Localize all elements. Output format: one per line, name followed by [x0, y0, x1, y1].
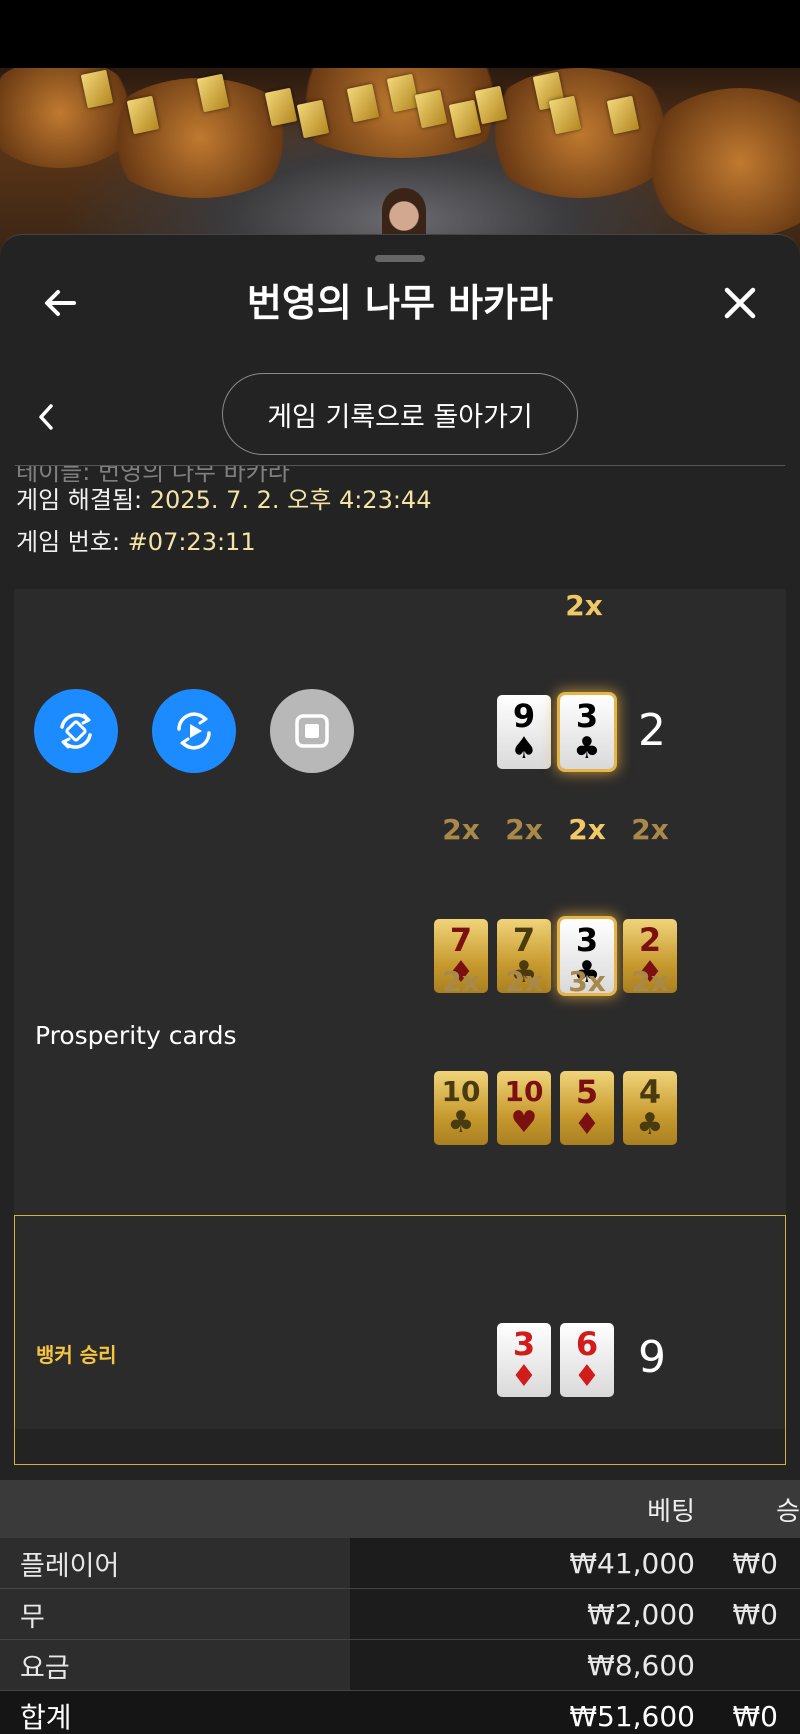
- prosperity-card: 4 ♣: [623, 1071, 677, 1145]
- row-win: ₩0: [732, 1546, 779, 1580]
- card-rank: 10: [504, 1075, 544, 1108]
- back-to-history-button[interactable]: 게임 기록으로 돌아가기: [222, 373, 578, 455]
- card-multiplier: 2x: [505, 813, 543, 846]
- club-suit-icon: ♣: [447, 1105, 475, 1140]
- prosperity-card: 5 ♦: [560, 1071, 614, 1145]
- total-win: ₩0: [732, 1699, 779, 1733]
- info-resolved-label: 게임 해결됨:: [16, 486, 143, 514]
- card-multiplier: 2x: [631, 813, 669, 846]
- card-multiplier: 2x: [505, 965, 543, 998]
- card-rank: 3: [512, 1325, 536, 1363]
- card-rank: 7: [449, 921, 473, 959]
- table-row: 플레이어 ₩41,000 ₩0: [0, 1538, 800, 1588]
- live-video-background: [0, 68, 800, 258]
- close-button[interactable]: [716, 279, 764, 327]
- sheet-title: 번영의 나무 바카라: [246, 281, 554, 325]
- bet-column-header: 베팅: [647, 1496, 695, 1527]
- player-card: 3 ♣: [560, 695, 614, 769]
- card-rank: 7: [512, 921, 536, 959]
- row-bet: ₩8,600: [587, 1648, 695, 1682]
- winning-hand-box: [14, 1215, 786, 1465]
- card-rank: 9: [512, 697, 536, 735]
- row-bet: ₩41,000: [569, 1546, 695, 1580]
- row-bet: ₩2,000: [587, 1597, 695, 1631]
- info-game-number-value: #07:23:11: [127, 528, 256, 556]
- play-replay-button[interactable]: [152, 689, 236, 773]
- info-resolved-value: 2025. 7. 2. 오후 4:23:44: [149, 486, 432, 514]
- table-total-row: 합계 ₩51,600 ₩0: [0, 1691, 800, 1734]
- card-multiplier: 2x: [568, 813, 606, 846]
- stop-icon: [295, 714, 329, 748]
- close-icon: [724, 287, 756, 319]
- banker-card: 6 ♦: [560, 1323, 614, 1397]
- previous-game-button[interactable]: [28, 393, 64, 441]
- table-row: 무 ₩2,000 ₩0: [0, 1589, 800, 1639]
- card-rank: 2: [638, 921, 662, 959]
- sheet-drag-handle[interactable]: [375, 255, 425, 262]
- row-values: [350, 1640, 800, 1690]
- total-label: 합계: [0, 1691, 350, 1734]
- club-suit-icon: ♣: [573, 731, 601, 766]
- status-bar: [0, 0, 800, 68]
- rotate-diamond-icon: [60, 713, 92, 749]
- player-card: 9 ♠: [497, 695, 551, 769]
- card-rank: 10: [441, 1075, 481, 1108]
- replay-play-icon: [177, 712, 211, 750]
- card-rank: 3: [575, 921, 599, 959]
- card-rank: 4: [638, 1073, 662, 1111]
- row-win: ₩0: [732, 1597, 779, 1631]
- banker-score: 9: [638, 1332, 666, 1383]
- replay-button[interactable]: [34, 689, 118, 773]
- diamond-suit-icon: ♦: [573, 1107, 601, 1142]
- table-row: 요금 ₩8,600: [0, 1640, 800, 1690]
- card-multiplier: 2x: [442, 813, 480, 846]
- stop-button[interactable]: [270, 689, 354, 773]
- diamond-suit-icon: ♦: [510, 1359, 538, 1394]
- info-game-number: 게임 번호: #07:23:11: [16, 522, 256, 557]
- total-bet: ₩51,600: [569, 1699, 695, 1733]
- info-game-number-label: 게임 번호:: [16, 528, 121, 556]
- card-multiplier: 2x: [442, 965, 480, 998]
- club-suit-icon: ♣: [636, 1107, 664, 1142]
- info-resolved: 게임 해결됨: 2025. 7. 2. 오후 4:23:44: [16, 480, 431, 515]
- result-label: 뱅커 승리: [36, 1343, 117, 1367]
- banker-card: 3 ♦: [497, 1323, 551, 1397]
- heart-suit-icon: ♥: [510, 1105, 538, 1140]
- spade-suit-icon: ♠: [510, 731, 538, 766]
- prosperity-label: Prosperity cards: [35, 1021, 237, 1050]
- table-header: 베팅 승: [0, 1480, 800, 1538]
- row-label: 요금: [0, 1640, 350, 1690]
- card-multiplier: 2x: [631, 965, 669, 998]
- row-label: 플레이어: [0, 1538, 350, 1588]
- prosperity-card: 10 ♣: [434, 1071, 488, 1145]
- row-label: 무: [0, 1589, 350, 1639]
- card-rank: 3: [575, 697, 599, 735]
- chevron-left-icon: [39, 404, 53, 430]
- card-multiplier: 2x: [565, 589, 603, 622]
- diamond-suit-icon: ♦: [573, 1359, 601, 1394]
- card-rank: 6: [575, 1325, 599, 1363]
- win-column-header: 승: [776, 1496, 800, 1527]
- card-rank: 5: [575, 1073, 599, 1111]
- player-score: 2: [638, 705, 666, 756]
- prosperity-card: 10 ♥: [497, 1071, 551, 1145]
- card-multiplier: 3x: [568, 965, 606, 998]
